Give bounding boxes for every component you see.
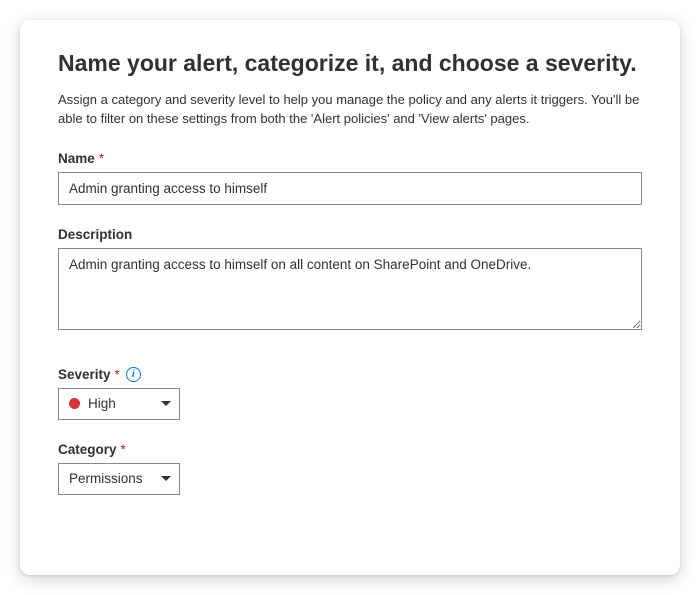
required-star-icon: * — [99, 151, 104, 166]
name-label-text: Name — [58, 151, 95, 166]
description-field-group: Description Admin granting access to him… — [58, 227, 642, 335]
info-icon[interactable]: i — [126, 367, 141, 382]
category-label-text: Category — [58, 442, 117, 457]
required-star-icon: * — [121, 442, 126, 457]
description-label: Description — [58, 227, 642, 242]
description-label-text: Description — [58, 227, 132, 242]
severity-label: Severity * i — [58, 367, 642, 382]
severity-dot-icon — [69, 398, 80, 409]
category-select[interactable]: Permissions — [58, 463, 180, 495]
name-field-group: Name * — [58, 151, 642, 205]
page-subtitle: Assign a category and severity level to … — [58, 91, 642, 129]
name-label: Name * — [58, 151, 642, 166]
page-title: Name your alert, categorize it, and choo… — [58, 50, 642, 77]
severity-value: High — [88, 396, 153, 411]
severity-label-text: Severity — [58, 367, 111, 382]
description-textarea[interactable]: Admin granting access to himself on all … — [58, 248, 642, 330]
required-star-icon: * — [115, 367, 120, 382]
alert-policy-form-card: Name your alert, categorize it, and choo… — [20, 20, 680, 575]
name-input[interactable] — [58, 172, 642, 205]
category-field-group: Category * Permissions — [58, 442, 642, 495]
category-label: Category * — [58, 442, 642, 457]
chevron-down-icon — [161, 476, 171, 481]
severity-field-group: Severity * i High — [58, 367, 642, 420]
severity-select[interactable]: High — [58, 388, 180, 420]
chevron-down-icon — [161, 401, 171, 406]
category-value: Permissions — [69, 471, 153, 486]
